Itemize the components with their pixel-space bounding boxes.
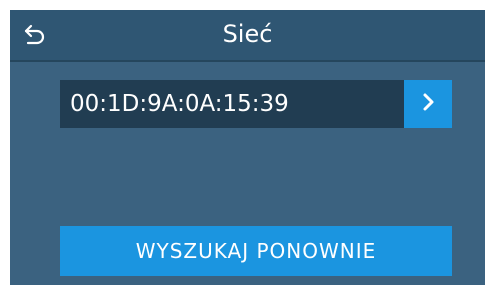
back-button[interactable] <box>18 18 52 52</box>
network-address-label: 00:1D:9A:0A:15:39 <box>70 91 289 117</box>
header-bar: Sieć <box>10 10 485 62</box>
back-arrow-icon <box>22 22 48 48</box>
chevron-right-icon <box>418 92 438 116</box>
page-title: Sieć <box>222 20 273 48</box>
network-select-button[interactable] <box>404 80 452 128</box>
network-list-item[interactable]: 00:1D:9A:0A:15:39 <box>60 80 452 128</box>
network-screen: Sieć 00:1D:9A:0A:15:39 WYSZUKAJ PONOWNIE <box>10 10 485 285</box>
rescan-button[interactable]: WYSZUKAJ PONOWNIE <box>60 226 452 276</box>
